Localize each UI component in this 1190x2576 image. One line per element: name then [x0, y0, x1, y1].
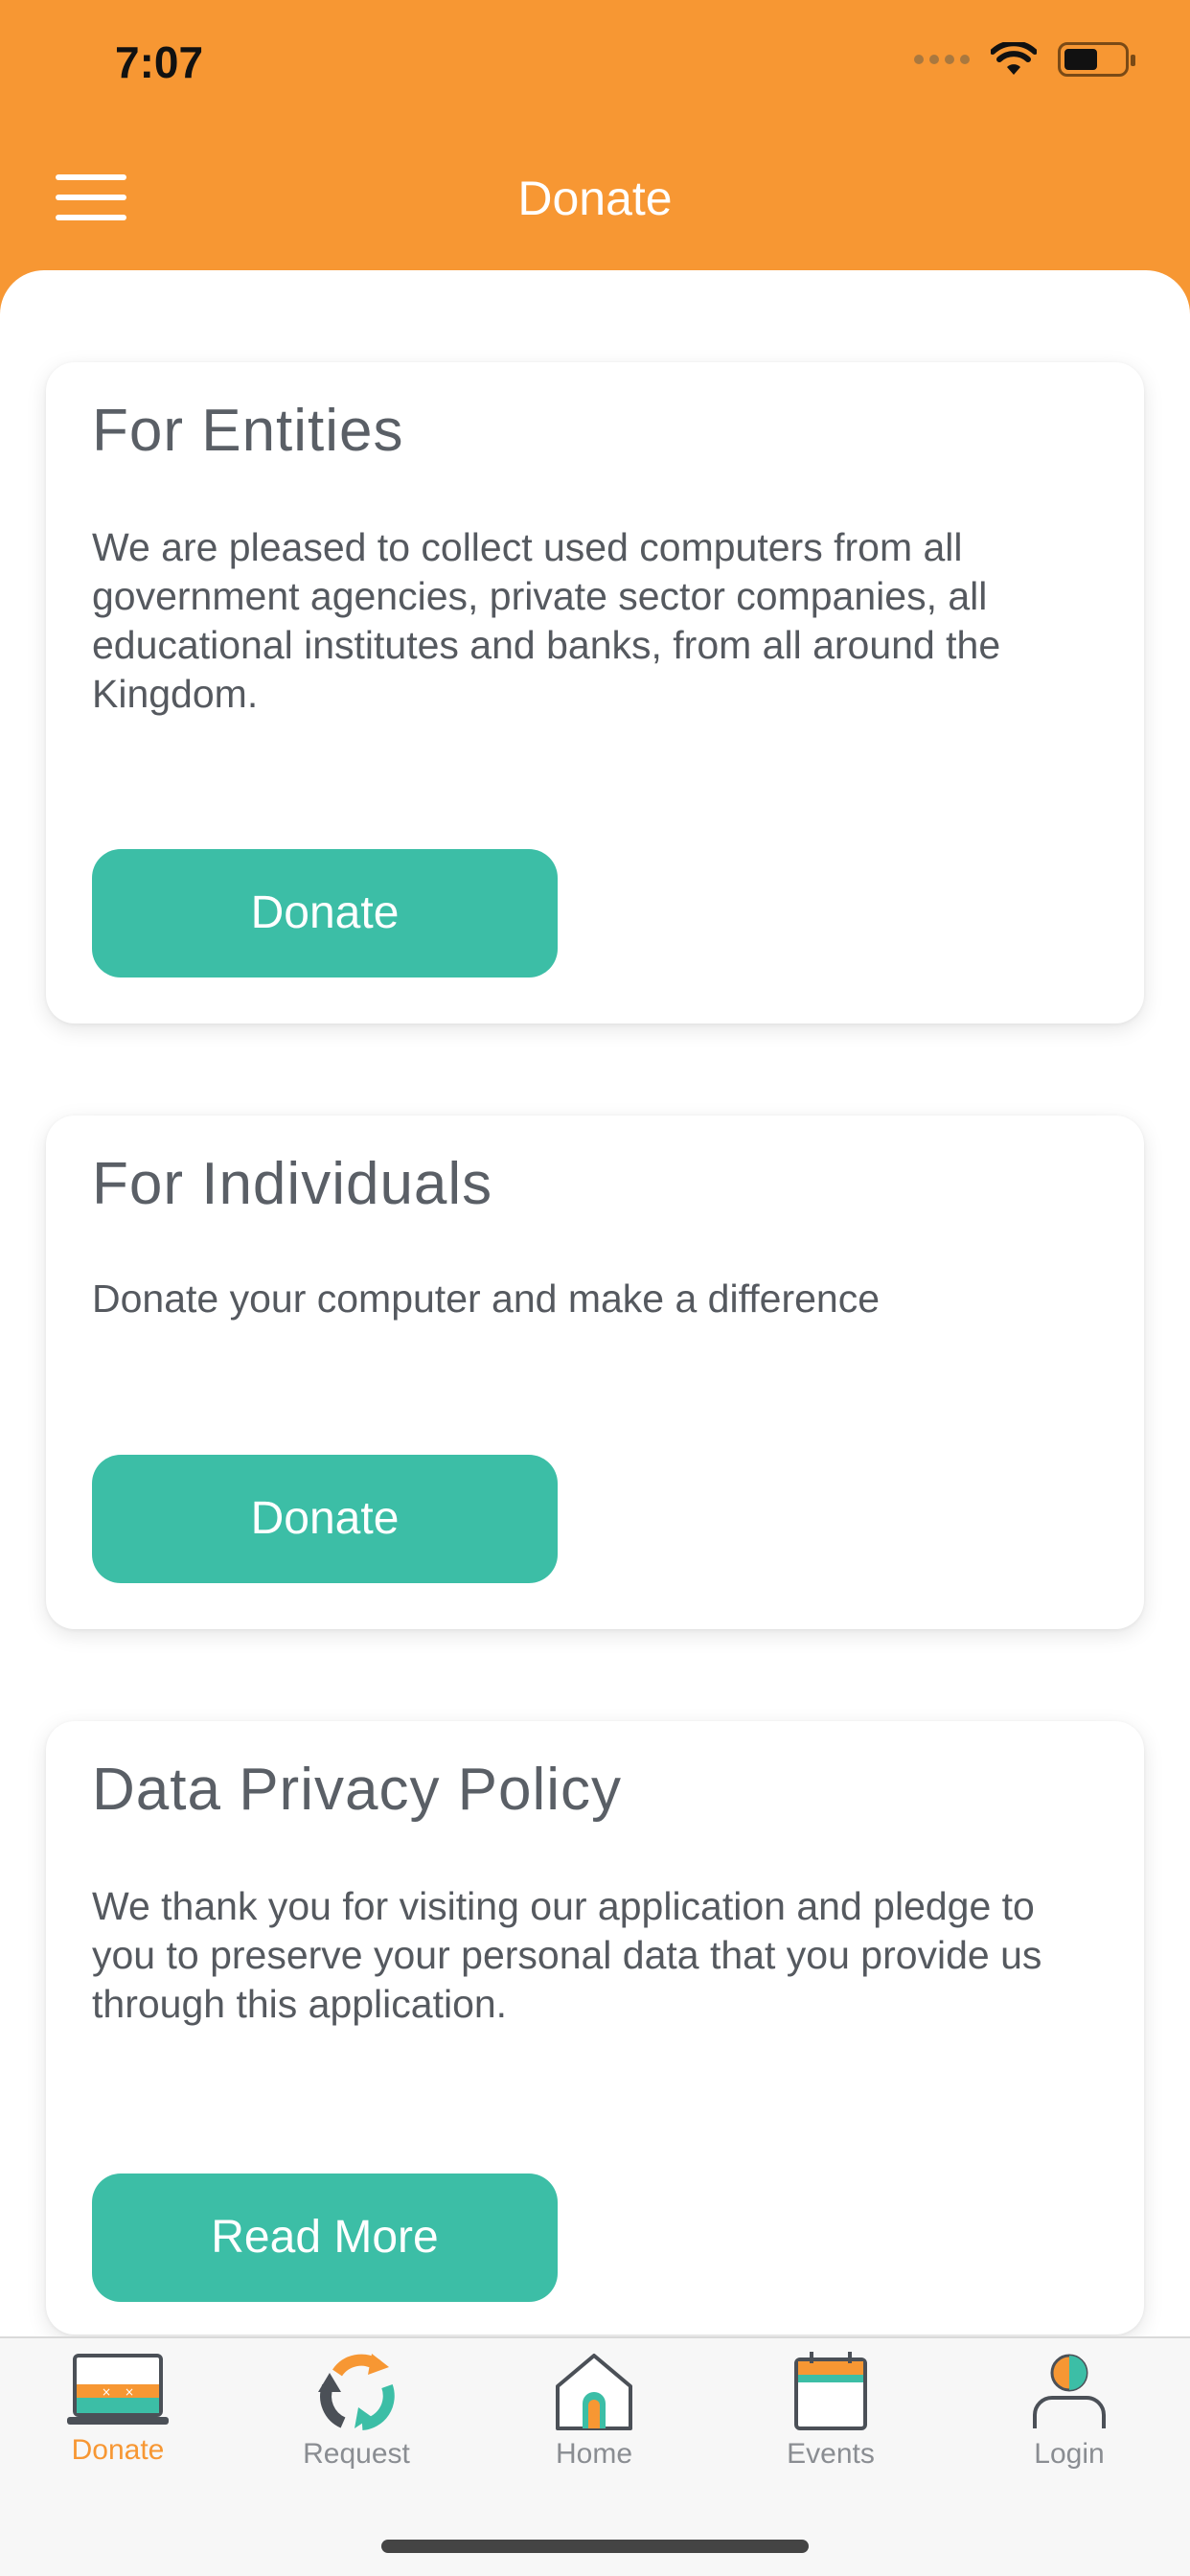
recycle-icon: [318, 2354, 395, 2430]
svg-text:×: ×: [102, 2385, 111, 2399]
svg-text:×: ×: [125, 2385, 134, 2399]
app-header: 7:07 Donate: [0, 0, 1190, 288]
tab-login[interactable]: Login: [973, 2348, 1165, 2492]
tab-home[interactable]: Home: [498, 2348, 690, 2492]
card-description: We thank you for visiting our applicatio…: [92, 1884, 1042, 2026]
tab-label: Request: [303, 2438, 410, 2470]
home-indicator[interactable]: [381, 2540, 809, 2553]
donate-individuals-button[interactable]: Donate: [92, 1455, 558, 1583]
tab-label: Events: [787, 2438, 875, 2470]
card-title: Data Privacy Policy: [92, 1757, 623, 1823]
cellular-signal-icon: [914, 55, 970, 64]
card-for-individuals: For Individuals Donate your computer and…: [46, 1116, 1144, 1629]
status-icons: [914, 42, 1135, 77]
tab-events[interactable]: Events: [735, 2348, 927, 2492]
calendar-icon: [794, 2352, 867, 2430]
card-title: For Entities: [92, 398, 404, 464]
status-time: 7:07: [115, 37, 204, 87]
laptop-icon: × ×: [67, 2354, 169, 2425]
home-icon: [556, 2354, 632, 2430]
tab-label: Home: [555, 2438, 633, 2470]
donate-entities-button[interactable]: Donate: [92, 849, 558, 978]
user-icon: [1033, 2354, 1106, 2428]
tab-request[interactable]: Request: [261, 2348, 452, 2492]
tab-label: Login: [1034, 2438, 1105, 2470]
card-data-privacy-policy: Data Privacy Policy We thank you for vis…: [46, 1721, 1144, 2334]
content-area: For Entities We are pleased to collect u…: [0, 270, 1190, 2576]
battery-icon: [1058, 42, 1135, 77]
card-description: Donate your computer and make a differen…: [92, 1276, 881, 1321]
page-title: Donate: [517, 172, 673, 225]
read-more-button[interactable]: Read More: [92, 2174, 558, 2302]
tab-donate[interactable]: × × Donate: [22, 2348, 214, 2492]
tab-label: Donate: [71, 2434, 165, 2466]
card-title: For Individuals: [92, 1151, 493, 1217]
wifi-icon: [991, 42, 1037, 75]
card-description: We are pleased to collect used computers…: [92, 525, 1001, 716]
card-for-entities: For Entities We are pleased to collect u…: [46, 362, 1144, 1024]
